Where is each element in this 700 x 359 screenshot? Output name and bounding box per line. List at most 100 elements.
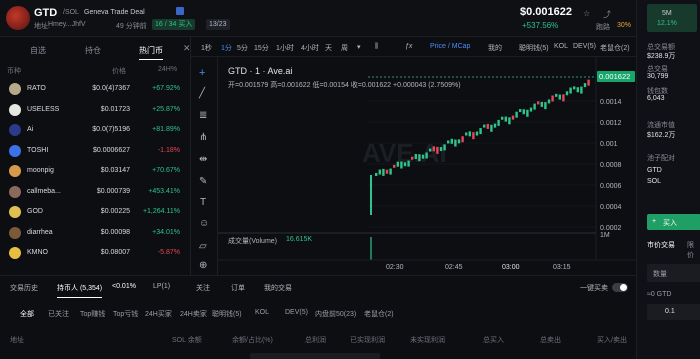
interval-4h[interactable]: 4小时 xyxy=(301,43,319,53)
candle xyxy=(569,87,572,94)
text-icon[interactable]: T xyxy=(200,197,206,208)
token-row[interactable]: RATO $0.0(4)7367 +67.92% xyxy=(0,79,190,99)
tab-hot[interactable]: 热门币 xyxy=(139,45,163,60)
last-price-label: 0.001622 xyxy=(599,72,630,81)
token-row-change: +34.01% xyxy=(152,228,180,236)
tab-watchlist[interactable]: 自选 xyxy=(30,45,46,56)
interval-1m[interactable]: 1分 xyxy=(221,43,232,53)
price-chart[interactable]: AVE.AI 0.0014 0.0012 0.001 0.0008 0.0006 0.00… xyxy=(218,57,636,275)
tab-limit-order[interactable]: 限价 xyxy=(687,240,700,260)
token-address[interactable]: Hmey...JhfV xyxy=(48,21,86,28)
dev-toggle[interactable]: DEV(5) xyxy=(573,43,596,50)
holder-filter-chip[interactable]: DEV(5) xyxy=(285,309,308,316)
tab-market-order[interactable]: 市价交易 xyxy=(647,240,675,250)
holder-filter-chip[interactable]: 内盘前50(23) xyxy=(315,309,356,319)
token-avatar xyxy=(9,144,21,157)
tab-my-trades[interactable]: 我的交易 xyxy=(264,283,292,293)
interval-1s[interactable]: 1秒 xyxy=(201,43,212,53)
ruler-icon[interactable]: ▱ xyxy=(199,241,207,252)
candle xyxy=(425,152,428,159)
tab-holders[interactable]: 持币人 (5,354) xyxy=(57,283,103,298)
holders-column-header[interactable]: 总卖出 xyxy=(540,335,561,345)
star-icon[interactable]: ☆ xyxy=(583,9,590,18)
smart-money-toggle[interactable]: 聪明钱(5) xyxy=(519,43,549,53)
tab-holdings[interactable]: 持仓 xyxy=(85,45,101,56)
candle xyxy=(555,93,558,97)
holders-threshold[interactable]: <0.01% xyxy=(112,283,136,290)
token-row[interactable]: KMNO $0.08007 -5.87% xyxy=(0,243,190,263)
holder-filter-chip[interactable]: 全部 xyxy=(20,309,34,319)
holder-filter-chip[interactable]: KOL xyxy=(255,309,269,316)
insider-toggle[interactable]: 老鼠仓(2) xyxy=(600,43,630,53)
col-coin: 币种 xyxy=(7,68,21,75)
candle xyxy=(522,109,525,115)
candle xyxy=(529,107,533,112)
holders-column-header[interactable]: 地址 xyxy=(10,335,24,345)
col-price[interactable]: 价格 xyxy=(112,66,126,76)
interval-1w[interactable]: 周 xyxy=(341,43,348,53)
candle xyxy=(385,169,389,174)
token-row[interactable]: GOD $0.00225 +1,264.11% xyxy=(0,202,190,222)
holders-column-header[interactable]: 买入/卖出 xyxy=(597,335,627,345)
timeframe-card[interactable] xyxy=(647,4,697,32)
holders-column-header[interactable]: 总利润 xyxy=(305,335,326,345)
indicator-icon[interactable]: ƒx xyxy=(405,43,412,50)
close-icon[interactable]: ✕ xyxy=(183,43,191,54)
token-row-name: RATO xyxy=(27,85,46,92)
token-row[interactable]: diarrhea $0.00098 +34.01% xyxy=(0,223,190,243)
candle xyxy=(565,91,569,96)
token-row-change: -1.18% xyxy=(157,146,180,154)
kol-toggle[interactable]: KOL xyxy=(554,43,568,50)
trendline-icon[interactable]: ╱ xyxy=(199,88,205,99)
tab-trade-history[interactable]: 交易历史 xyxy=(10,283,38,293)
crosshair-icon[interactable]: + xyxy=(199,67,205,79)
emoji-icon[interactable]: ☺ xyxy=(199,218,209,229)
zoom-icon[interactable]: ⊕ xyxy=(199,260,207,271)
brush-icon[interactable]: ✎ xyxy=(199,176,207,187)
token-row[interactable]: Ai $0.0(7)5196 +81.89% xyxy=(0,120,190,140)
token-row[interactable]: callmeba... $0.000739 +453.41% xyxy=(0,182,190,202)
holders-column-header[interactable]: 未实现利润 xyxy=(410,335,445,345)
candle xyxy=(421,154,425,159)
interval-1d[interactable]: 天 xyxy=(325,43,332,53)
quick-trade-toggle[interactable] xyxy=(612,283,628,292)
mine-toggle[interactable]: 我的 xyxy=(488,43,502,53)
token-row[interactable]: moonpig $0.03147 +70.67% xyxy=(0,161,190,181)
timeframe-change: 12.1% xyxy=(657,20,677,27)
token-row[interactable]: USELESS $0.01723 +25.87% xyxy=(0,100,190,120)
holder-filter-chip[interactable]: 老鼠仓(2) xyxy=(364,309,394,319)
price-tick: 0.0004 xyxy=(600,204,622,211)
holder-filter-chip[interactable]: 聪明钱(5) xyxy=(212,309,242,319)
holders-column-header[interactable]: SOL 余额 xyxy=(172,335,202,345)
pitchfork-icon[interactable]: ⋔ xyxy=(199,132,207,143)
interval-1h[interactable]: 1小时 xyxy=(276,43,294,53)
candle xyxy=(447,140,450,144)
holder-filter-chip[interactable]: 24H卖家 xyxy=(180,309,207,319)
token-list-panel: 自选 持仓 热门币 ✕ 币种 价格 24H% RATO $0.0(4)7367 +6… xyxy=(0,37,191,275)
tab-follow[interactable]: 关注 xyxy=(196,283,210,293)
token-row-price: $0.00098 xyxy=(100,228,130,236)
chevron-down-icon[interactable]: ▾ xyxy=(357,43,361,51)
channel-icon[interactable]: ≣ xyxy=(199,110,207,121)
holder-filter-chip[interactable]: 已关注 xyxy=(48,309,69,319)
price-mcap-toggle[interactable]: Price / MCap xyxy=(430,43,470,50)
candle xyxy=(432,146,435,152)
interval-15m[interactable]: 15分 xyxy=(254,43,269,53)
pagination-bar[interactable] xyxy=(250,353,380,359)
ohlc-readout: 开=0.001579 高=0.001622 低=0.00154 收=0.0016… xyxy=(228,82,461,89)
candle-type-icon[interactable]: ⫼ xyxy=(375,43,378,51)
interval-5m[interactable]: 5分 xyxy=(237,43,248,53)
tab-lp[interactable]: LP(1) xyxy=(153,283,170,290)
holder-filter-chip[interactable]: Top赚钱 xyxy=(80,309,105,319)
holders-column-header[interactable]: 已实现利润 xyxy=(350,335,385,345)
token-row[interactable]: TOSHI $0.0006627 -1.18% xyxy=(0,141,190,161)
holders-column-header[interactable]: 总买入 xyxy=(483,335,504,345)
col-change[interactable]: 24H% xyxy=(158,66,177,73)
share-icon[interactable]: ⤴ xyxy=(603,9,611,20)
candle xyxy=(515,111,518,118)
holder-filter-chip[interactable]: 24H买家 xyxy=(145,309,172,319)
holders-column-header[interactable]: 余额/占比(%) xyxy=(232,335,273,345)
tab-orders[interactable]: 订单 xyxy=(231,283,245,293)
holder-filter-chip[interactable]: Top亏钱 xyxy=(113,309,138,319)
measure-icon[interactable]: ⇹ xyxy=(199,154,207,165)
